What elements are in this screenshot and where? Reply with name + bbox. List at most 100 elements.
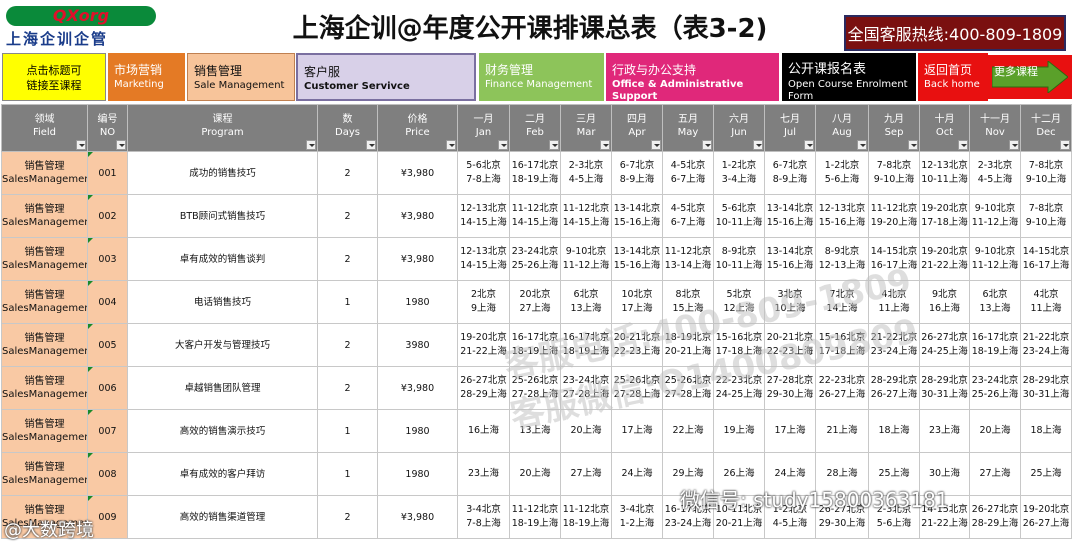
column-header-dec: 十二月 Dec: [1020, 104, 1072, 152]
filter-dropdown-icon[interactable]: [306, 140, 316, 150]
month-schedule-cell: 20-21北京 22-23上海: [764, 323, 816, 367]
month-schedule-cell: 22-23北京 24-25上海: [713, 366, 765, 410]
month-schedule-cell: 27-28北京 29-30上海: [764, 366, 816, 410]
filter-dropdown-icon[interactable]: [116, 140, 126, 150]
program-link[interactable]: 卓有成效的销售谈判: [127, 237, 318, 281]
column-header-en: Program: [201, 127, 244, 138]
month-schedule-cell: 19-20北京 21-22上海: [919, 237, 970, 281]
month-schedule-cell: 14-15北京 16-17上海: [868, 237, 920, 281]
nav-marketing[interactable]: 市场营销 Marketing: [108, 53, 185, 101]
month-schedule-cell: 22-23北京 26-27上海: [815, 366, 869, 410]
price-cell: ¥3,980: [377, 237, 458, 281]
column-header-en: Oct: [935, 127, 954, 138]
month-schedule-cell: 7-8北京 9-10上海: [1020, 194, 1072, 238]
filter-dropdown-icon[interactable]: [1009, 140, 1019, 150]
program-link[interactable]: 高效的销售演示技巧: [127, 409, 318, 453]
filter-dropdown-icon[interactable]: [804, 140, 814, 150]
program-link[interactable]: 大客户开发与管理技巧: [127, 323, 318, 367]
column-header-cn: 八月: [832, 114, 852, 125]
month-schedule-cell: 16-17北京 18-19上海: [969, 323, 1021, 367]
column-header-program: 课程 Program: [127, 104, 318, 152]
program-link[interactable]: 卓越销售团队管理: [127, 366, 318, 410]
column-header-label: 课程 Program: [128, 105, 317, 139]
column-header-sep: 九月 Sep: [868, 104, 920, 152]
table-header-row: 领域 Field 编号 NO 课程 Program 数 Days 价格 Price 一月 Jan 二月 F…: [1, 104, 1072, 152]
column-header-label: 四月 Apr: [612, 105, 662, 139]
logo-brand: QXorg: [6, 6, 156, 26]
days-cell: 2: [317, 366, 378, 410]
nav-sales-en: Sale Management: [194, 80, 285, 91]
days-cell: 1: [317, 409, 378, 453]
column-header-aug: 八月 Aug: [815, 104, 869, 152]
column-header-cn: 课程: [212, 114, 233, 125]
program-link[interactable]: 高效的销售渠道管理: [127, 495, 318, 539]
filter-dropdown-icon[interactable]: [958, 140, 968, 150]
nav-back-home[interactable]: 返回首页 Back home: [918, 53, 988, 101]
month-schedule-cell: 16上海: [457, 409, 510, 453]
month-schedule-cell: 12-13北京 10-11上海: [919, 151, 970, 195]
month-schedule-cell: 5北京 12上海: [713, 280, 765, 324]
nav-customer-service[interactable]: 客户服 Customer Servivce: [296, 53, 476, 101]
month-schedule-cell: 15-16北京 17-18上海: [713, 323, 765, 367]
program-link[interactable]: 成功的销售技巧: [127, 151, 318, 195]
course-number-cell: 005: [87, 323, 128, 367]
filter-dropdown-icon[interactable]: [366, 140, 376, 150]
month-schedule-cell: 11-12北京 19-20上海: [868, 194, 920, 238]
column-header-en: Field: [32, 127, 57, 138]
nav-hint: 点击标题可 链接至课程: [2, 53, 106, 101]
course-number-cell: 002: [87, 194, 128, 238]
filter-dropdown-icon[interactable]: [651, 140, 661, 150]
column-header-en: May: [677, 127, 699, 138]
month-schedule-cell: 9-10北京 11-12上海: [969, 194, 1021, 238]
filter-dropdown-icon[interactable]: [702, 140, 712, 150]
column-header-label: 价格 Price: [378, 105, 457, 139]
column-header-en: Jan: [475, 127, 492, 138]
month-schedule-cell: 21-22北京 23-24上海: [1020, 323, 1072, 367]
month-schedule-cell: 15-16北京 17-18上海: [815, 323, 869, 367]
nav-finance-cn: 财务管理: [485, 63, 534, 77]
month-schedule-cell: 13-14北京 15-16上海: [611, 194, 663, 238]
month-schedule-cell: 27上海: [969, 452, 1021, 496]
column-header-jul: 七月 Jul: [764, 104, 816, 152]
filter-dropdown-icon[interactable]: [908, 140, 918, 150]
column-header-label: 六月 Jun: [714, 105, 764, 139]
nav-sales-management[interactable]: 销售管理 Sale Management: [187, 53, 295, 101]
filter-dropdown-icon[interactable]: [600, 140, 610, 150]
more-courses-button[interactable]: 更多课程: [986, 55, 1072, 99]
month-schedule-cell: 26-27北京 28-29上海: [457, 366, 510, 410]
month-schedule-cell: 12-13北京 15-16上海: [815, 194, 869, 238]
price-cell: 1980: [377, 409, 458, 453]
table-row: 销售管理 SalesManagement 001 成功的销售技巧 2 ¥3,980 5-6北…: [1, 151, 1072, 195]
column-header-cn: 六月: [729, 114, 749, 125]
column-header-en: Price: [405, 127, 430, 138]
nav-finance[interactable]: 财务管理 Finance Management: [479, 53, 604, 101]
month-schedule-cell: 25上海: [1020, 452, 1072, 496]
filter-dropdown-icon[interactable]: [76, 140, 86, 150]
filter-dropdown-icon[interactable]: [753, 140, 763, 150]
nav-course-en: Open Course Enrolment Form: [788, 79, 908, 102]
program-link[interactable]: 卓有成效的客户拜访: [127, 452, 318, 496]
nav-cs-en: Customer Servivce: [304, 81, 410, 92]
month-schedule-cell: 3-4北京 1-2上海: [611, 495, 663, 539]
days-cell: 1: [317, 452, 378, 496]
month-schedule-cell: 18上海: [868, 409, 920, 453]
month-schedule-cell: 4北京 11上海: [1020, 280, 1072, 324]
page-title: 上海企训@年度公开课排课总表（表3-2): [292, 14, 768, 44]
filter-dropdown-icon[interactable]: [1060, 140, 1070, 150]
table-row: 销售管理 SalesManagement 004 电话销售技巧 1 1980 2北京 9上海 2…: [1, 280, 1072, 324]
month-schedule-cell: 18上海: [1020, 409, 1072, 453]
table-body: 销售管理 SalesManagement 001 成功的销售技巧 2 ¥3,980 5-6北…: [1, 151, 1072, 539]
month-schedule-cell: 24上海: [611, 452, 663, 496]
nav-admin[interactable]: 行政与办公支持 Office & Administrative Support: [606, 53, 779, 102]
column-header-mar: 三月 Mar: [560, 104, 612, 152]
filter-dropdown-icon[interactable]: [857, 140, 867, 150]
filter-dropdown-icon[interactable]: [498, 140, 508, 150]
program-link[interactable]: BTB顾问式销售技巧: [127, 194, 318, 238]
nav-enrolment-form[interactable]: 公开课报名表 Open Course Enrolment Form: [782, 53, 916, 102]
column-header-en: Days: [335, 127, 360, 138]
nav-home-cn: 返回首页: [924, 63, 973, 77]
filter-dropdown-icon[interactable]: [549, 140, 559, 150]
column-header-label: 数 Days: [318, 105, 377, 139]
program-link[interactable]: 电话销售技巧: [127, 280, 318, 324]
filter-dropdown-icon[interactable]: [446, 140, 456, 150]
